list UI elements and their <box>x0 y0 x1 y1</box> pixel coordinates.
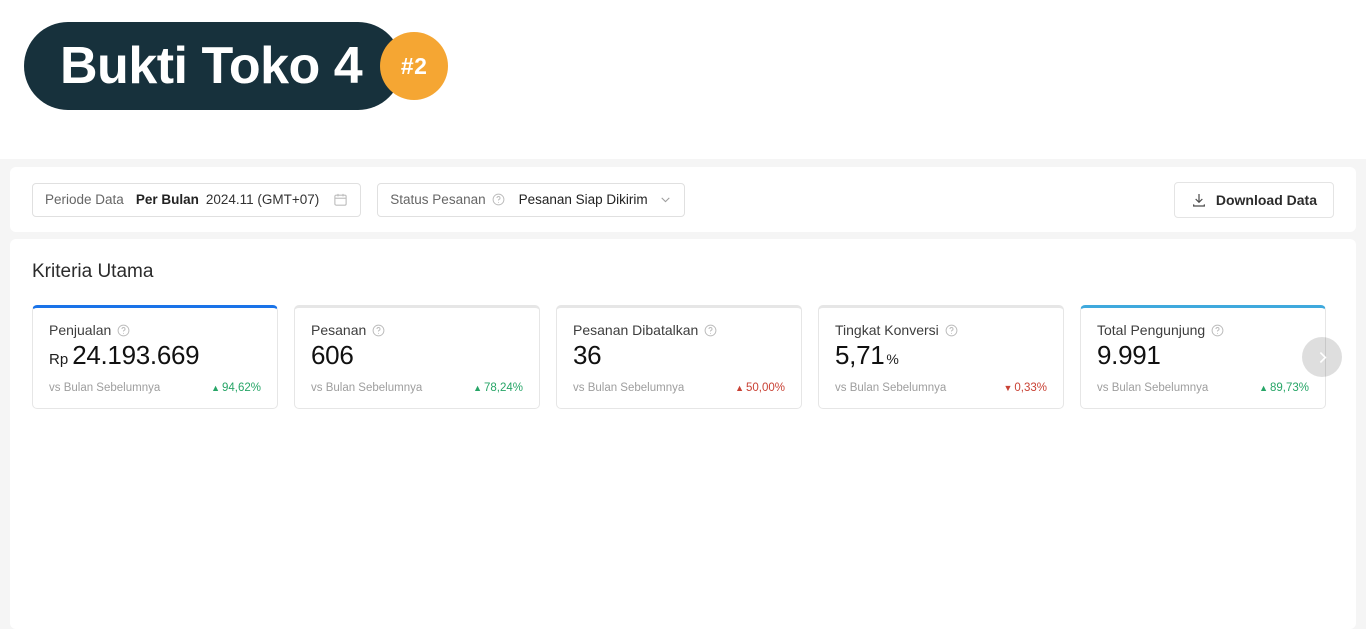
metric-label: Tingkat Konversi <box>835 322 939 338</box>
metric-header: Pesanan <box>311 322 523 338</box>
metric-comparison-label: vs Bulan Sebelumnya <box>835 382 947 395</box>
metric-delta-value: 50,00% <box>745 382 785 395</box>
header-banner-zone: Bukti Toko 4 #2 <box>0 0 1366 159</box>
help-circle-icon[interactable] <box>1211 324 1224 337</box>
metric-footer: vs Bulan Sebelumnya ▼ 0,33% <box>835 382 1047 394</box>
metric-number: 24.193.669 <box>72 340 200 370</box>
metric-cards-row: Penjualan Rp 24.193.669 vs Bulan Sebelum… <box>32 305 1342 410</box>
metric-card-penjualan[interactable]: Penjualan Rp 24.193.669 vs Bulan Sebelum… <box>32 305 278 410</box>
metric-header: Penjualan <box>49 322 261 338</box>
metric-value: 36 <box>573 340 785 370</box>
metric-number: 9.991 <box>1097 340 1161 370</box>
metric-card-pesanan[interactable]: Pesanan 606 vs Bulan Sebelumnya ▲ 78,24% <box>294 305 540 410</box>
metric-label: Pesanan Dibatalkan <box>573 322 699 338</box>
metric-delta-value: 94,62% <box>221 382 261 395</box>
rank-badge: #2 <box>380 32 449 100</box>
metric-card-pesanan-dibatalkan[interactable]: Pesanan Dibatalkan 36 vs Bulan Sebelumny… <box>556 305 802 410</box>
carousel-next-button[interactable] <box>1302 337 1342 377</box>
arrow-up-icon: ▲ <box>473 382 482 393</box>
period-filter-value: 2024.11 (GMT+07) <box>205 192 320 207</box>
download-data-label: Download Data <box>1215 191 1317 208</box>
metric-comparison-label: vs Bulan Sebelumnya <box>311 382 423 395</box>
metric-header: Tingkat Konversi <box>835 322 1047 338</box>
metric-delta: ▲ 50,00% <box>735 382 785 394</box>
order-status-filter-value: Pesanan Siap Dikirim <box>518 192 648 207</box>
filter-bar: Periode Data Per Bulan 2024.11 (GMT+07) … <box>10 167 1356 232</box>
help-circle-icon[interactable] <box>704 324 717 337</box>
rank-badge-label: #2 <box>400 52 428 79</box>
period-filter-mode: Per Bulan <box>135 192 199 207</box>
metric-delta-value: 89,73% <box>1269 382 1309 395</box>
metric-label: Total Pengunjung <box>1097 322 1206 338</box>
metric-header: Total Pengunjung <box>1097 322 1309 338</box>
kriteria-utama-panel: Kriteria Utama Penjualan Rp 24.193.669 v… <box>10 239 1356 629</box>
banner-pill: Bukti Toko 4 <box>24 22 403 110</box>
chevron-right-icon <box>1319 351 1327 363</box>
header-banner: Bukti Toko 4 #2 <box>24 22 449 110</box>
metric-delta: ▲ 78,24% <box>473 382 523 394</box>
chevron-down-icon[interactable] <box>659 193 672 206</box>
page-body: Periode Data Per Bulan 2024.11 (GMT+07) … <box>0 159 1366 629</box>
metric-value: 5,71 % <box>835 340 1047 370</box>
help-circle-icon[interactable] <box>372 324 385 337</box>
help-circle-icon[interactable] <box>945 324 958 337</box>
period-filter[interactable]: Periode Data Per Bulan 2024.11 (GMT+07) <box>32 182 362 217</box>
metric-footer: vs Bulan Sebelumnya ▲ 89,73% <box>1097 382 1309 394</box>
metric-comparison-label: vs Bulan Sebelumnya <box>573 382 685 395</box>
metric-footer: vs Bulan Sebelumnya ▲ 50,00% <box>573 382 785 394</box>
metric-label: Penjualan <box>49 322 112 338</box>
download-data-button[interactable]: Download Data <box>1173 181 1334 218</box>
help-circle-icon[interactable] <box>117 324 130 337</box>
metric-header: Pesanan Dibatalkan <box>573 322 785 338</box>
metric-comparison-label: vs Bulan Sebelumnya <box>1097 382 1209 395</box>
arrow-down-icon: ▼ <box>1003 382 1013 393</box>
calendar-icon[interactable] <box>333 192 348 207</box>
section-title: Kriteria Utama <box>32 261 154 282</box>
metric-delta-value: 78,24% <box>483 382 523 395</box>
order-status-filter-label: Status Pesanan <box>390 192 486 207</box>
metric-delta: ▼ 0,33% <box>1003 382 1047 394</box>
metric-card-tingkat-konversi[interactable]: Tingkat Konversi 5,71 % vs Bulan Sebelum… <box>818 305 1064 410</box>
metric-number: 5,71 <box>835 340 885 370</box>
metric-card-total-pengunjung[interactable]: Total Pengunjung 9.991 vs Bulan Sebelumn… <box>1080 305 1326 410</box>
metric-value: 9.991 <box>1097 340 1309 370</box>
metric-number: 36 <box>573 340 602 370</box>
order-status-filter[interactable]: Status Pesanan Pesanan Siap Dikirim <box>377 182 685 217</box>
metric-label: Pesanan <box>311 322 367 338</box>
metric-suffix: % <box>886 351 899 367</box>
metric-value: Rp 24.193.669 <box>49 340 261 370</box>
metric-value: 606 <box>311 340 523 370</box>
arrow-up-icon: ▲ <box>211 382 220 393</box>
metric-prefix: Rp <box>49 351 69 368</box>
metric-footer: vs Bulan Sebelumnya ▲ 94,62% <box>49 382 261 394</box>
arrow-up-icon: ▲ <box>735 382 744 393</box>
period-filter-label: Periode Data <box>45 192 124 207</box>
metric-delta-value: 0,33% <box>1014 382 1047 395</box>
download-icon <box>1191 192 1207 208</box>
metric-number: 606 <box>311 340 354 370</box>
arrow-up-icon: ▲ <box>1259 382 1268 393</box>
metric-footer: vs Bulan Sebelumnya ▲ 78,24% <box>311 382 523 394</box>
metric-delta: ▲ 94,62% <box>211 382 261 394</box>
page-title: Bukti Toko 4 <box>60 37 363 95</box>
metric-delta: ▲ 89,73% <box>1259 382 1309 394</box>
metric-comparison-label: vs Bulan Sebelumnya <box>49 382 161 395</box>
help-circle-icon[interactable] <box>492 193 505 206</box>
